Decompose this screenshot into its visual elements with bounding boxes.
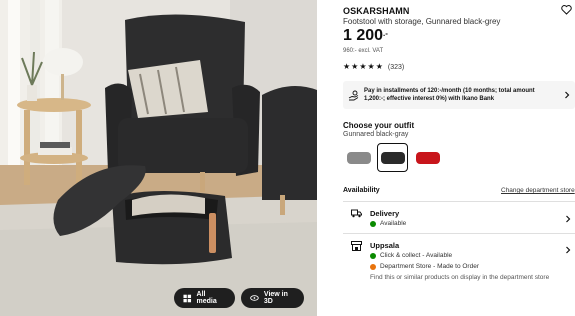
- change-store-link[interactable]: Change department store: [501, 187, 575, 194]
- chevron-right-icon: [565, 91, 570, 99]
- installment-text: Pay in installments of 120:-/month (10 m…: [364, 88, 535, 102]
- delivery-title: Delivery: [370, 209, 400, 218]
- product-brand: OSKARSHAMN: [343, 6, 410, 16]
- status-dot: [370, 220, 376, 227]
- click-collect-text: Click & collect - Available: [380, 252, 453, 259]
- click-collect-status: Click & collect - Available: [370, 252, 452, 259]
- store-title: Uppsala: [370, 241, 400, 250]
- truck-icon: [351, 209, 362, 218]
- gallery-icon: [183, 294, 192, 302]
- product-description: Footstool with storage, Gunnared black-g…: [343, 17, 501, 26]
- product-photo-scene: [0, 0, 317, 316]
- store-note: Find this or similar products on display…: [370, 274, 550, 281]
- delivery-status-text: Available: [380, 220, 407, 227]
- star-icon: ★: [359, 62, 367, 71]
- price-suffix: .-: [383, 29, 388, 38]
- product-info-panel: OSKARSHAMN Footstool with storage, Gunna…: [343, 0, 575, 316]
- rating[interactable]: ★ ★ ★ ★ ★ (323): [343, 63, 404, 71]
- all-media-button[interactable]: All media: [174, 288, 235, 308]
- department-store-text: Department Store - Made to Order: [380, 263, 479, 270]
- delivery-status: Available: [370, 220, 406, 227]
- star-icon: ★: [367, 62, 375, 71]
- outfit-selected: Gunnared black-gray: [343, 131, 409, 138]
- divider: [343, 201, 575, 202]
- installment-banner[interactable]: Pay in installments of 120:-/month (10 m…: [343, 81, 575, 109]
- view-in-3d-button[interactable]: View in 3D: [241, 288, 304, 308]
- availability-title: Availability: [343, 187, 380, 194]
- price-amount: 1 200: [343, 27, 384, 44]
- price-excl-vat: 960:- excl. VAT: [343, 48, 384, 54]
- store-icon: [351, 241, 362, 251]
- footstool-red-thumbnail: [415, 151, 440, 164]
- swatch-red[interactable]: [412, 143, 443, 172]
- hand-coin-icon: [348, 90, 359, 100]
- review-count: (323): [387, 63, 405, 71]
- footstool-grey-thumbnail: [346, 151, 371, 164]
- swatch-grey[interactable]: [343, 143, 374, 172]
- product-price: 1 200.-: [343, 27, 388, 45]
- divider: [343, 233, 575, 234]
- view-in-3d-label: View in 3D: [263, 291, 288, 305]
- chevron-right-icon: [566, 246, 571, 254]
- footstool-black-grey-thumbnail: [380, 151, 405, 164]
- department-store-status: Department Store - Made to Order: [370, 263, 479, 270]
- all-media-label: All media: [196, 291, 217, 305]
- heart-icon[interactable]: [561, 5, 572, 15]
- star-icon: ★: [375, 62, 383, 71]
- product-image[interactable]: All media View in 3D: [0, 0, 317, 316]
- status-dot: [370, 252, 376, 259]
- outfit-title: Choose your outfit: [343, 121, 415, 130]
- chevron-right-icon: [566, 215, 571, 223]
- star-icon: ★: [343, 62, 351, 71]
- status-dot: [370, 263, 376, 270]
- swatch-black-grey[interactable]: [377, 143, 408, 172]
- 3d-rotate-icon: [250, 295, 259, 301]
- star-icon: ★: [351, 62, 359, 71]
